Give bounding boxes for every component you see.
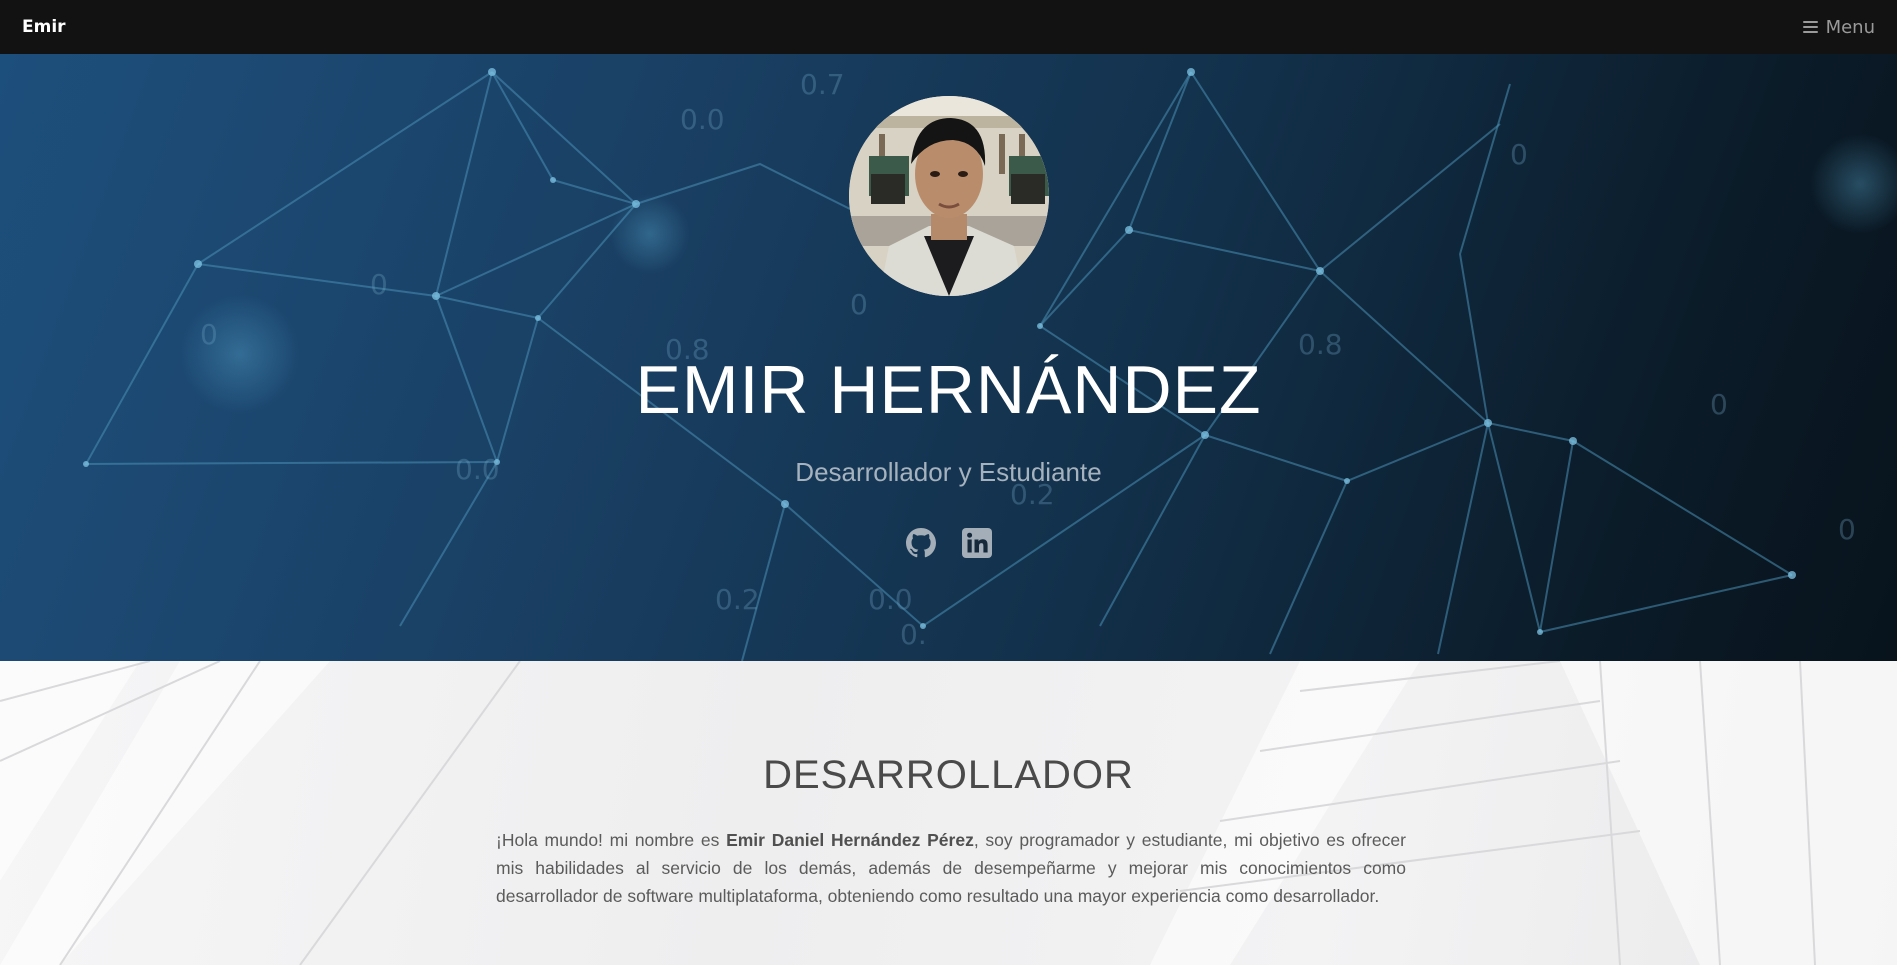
hero-section: 0.7 0.0 0.0 0.8 0.8 0.2 0.0 0.2 0 0 0 0 … [0, 54, 1897, 661]
about-name-bold: Emir Daniel Hernández Pérez [726, 830, 974, 850]
avatar [848, 96, 1049, 296]
navbar: Emir Menu [0, 0, 1897, 54]
about-paragraph: ¡Hola mundo! mi nombre es Emir Daniel He… [496, 826, 1406, 910]
about-title: DESARROLLADOR [763, 753, 1134, 797]
menu-button[interactable]: Menu [1802, 16, 1875, 38]
bars-icon [1802, 21, 1818, 33]
architecture-background [0, 661, 1897, 965]
hero-name: EMIR HERNÁNDEZ [635, 352, 1262, 428]
hero-subtitle: Desarrollador y Estudiante [795, 457, 1102, 487]
brand-link[interactable]: Emir [22, 17, 66, 37]
hero-content: EMIR HERNÁNDEZ Desarrollador y Estudiant… [0, 54, 1897, 661]
social-links [905, 527, 993, 559]
about-section: DESARROLLADOR ¡Hola mundo! mi nombre es … [0, 661, 1897, 965]
linkedin-link[interactable] [961, 527, 993, 559]
about-text-before: ¡Hola mundo! mi nombre es [496, 830, 727, 850]
profile-photo [848, 96, 1049, 296]
github-link[interactable] [905, 527, 937, 559]
linkedin-icon [961, 528, 992, 558]
github-icon [905, 528, 936, 558]
menu-label: Menu [1825, 16, 1875, 38]
